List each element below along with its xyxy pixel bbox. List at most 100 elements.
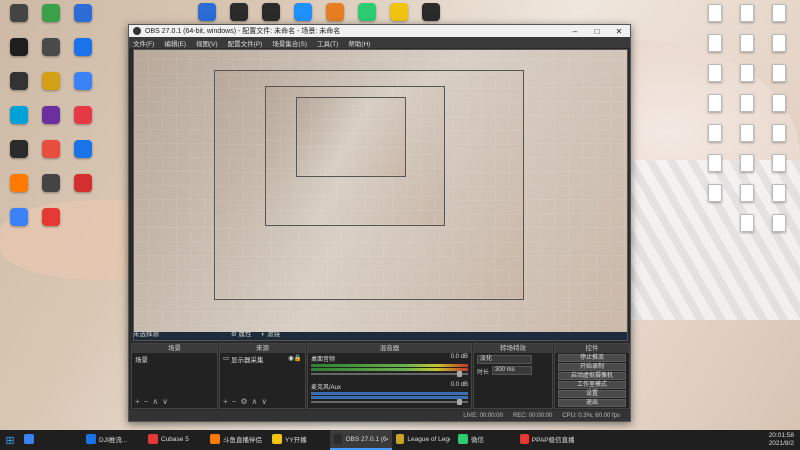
desktop-app-icon[interactable] [4,208,34,226]
taskbar-item[interactable]: Cubase 5 [144,430,206,450]
filters-button[interactable]: 滤镜 [267,331,280,338]
obs-window[interactable]: OBS 27.0.1 (64-bit, windows) - 配置文件: 未命名… [128,24,631,422]
app-icon [24,434,34,444]
desktop-app-icon[interactable] [36,4,66,22]
desktop-file-icon[interactable] [764,154,794,172]
close-icon[interactable]: ✕ [608,27,630,36]
transition-select[interactable]: 淡化 [477,355,532,364]
desktop-app-icon[interactable] [320,3,350,21]
studio-mode-button[interactable]: 工作室模式 [558,381,626,389]
desktop-file-icon[interactable] [700,124,730,142]
desktop-file-icon[interactable] [732,154,762,172]
desktop-app-icon[interactable] [68,174,98,192]
desktop-file-icon[interactable] [700,154,730,172]
desktop-app-icon[interactable] [68,72,98,90]
properties-button[interactable]: 属性 [238,331,251,338]
desktop-file-icon[interactable] [764,214,794,232]
desktop-file-icon[interactable] [732,124,762,142]
taskbar-item[interactable] [20,430,82,450]
menu-tools[interactable]: 工具(T) [317,38,338,48]
taskbar-item[interactable]: PPAP极信直播... [516,430,578,450]
desktop-app-icon[interactable] [4,72,34,90]
desktop-app-icon[interactable] [4,4,34,22]
app-icon [10,38,28,56]
menu-view[interactable]: 视图(V) [196,38,218,48]
desktop-file-icon[interactable] [764,34,794,52]
desktop-app-icon[interactable] [4,174,34,192]
desktop-file-icon[interactable] [732,214,762,232]
desktop-app-icon[interactable] [68,106,98,124]
taskbar-item[interactable]: YY开播 [268,430,330,450]
desktop-file-icon[interactable] [764,184,794,202]
lock-icon[interactable]: 🔒 [294,354,302,364]
desktop-app-icon[interactable] [416,3,446,21]
desktop-file-icon[interactable] [700,94,730,112]
gear-icon[interactable]: ⚙ [231,331,237,338]
filter-icon[interactable]: ◐ [261,331,265,338]
taskbar-item[interactable]: 微信 [454,430,516,450]
scene-item[interactable]: 场景 [135,354,148,364]
desktop-file-icon[interactable] [732,34,762,52]
desktop-file-icon[interactable] [764,64,794,82]
menu-profile[interactable]: 配置文件(P) [228,38,263,48]
desktop-app-icon[interactable] [68,38,98,56]
desktop-app-icon[interactable] [68,140,98,158]
app-icon [74,38,92,56]
desktop-file-icon[interactable] [732,64,762,82]
system-clock[interactable]: 20:01:58 2021/8/2 [769,432,800,448]
desktop-file-icon[interactable] [732,184,762,202]
start-recording-button[interactable]: 开始录制 [558,363,626,371]
desktop-file-icon[interactable] [700,4,730,22]
exit-button[interactable]: 退出 [558,399,626,407]
menu-help[interactable]: 帮助(H) [348,38,370,48]
desktop-app-icon[interactable] [4,106,34,124]
desktop-app-icon[interactable] [36,208,66,226]
preview-canvas[interactable] [133,49,628,341]
desktop-app-icon[interactable] [288,3,318,21]
taskbar-item[interactable]: 斗鱼直播伴侣 [206,430,268,450]
menu-file[interactable]: 文件(F) [133,38,154,48]
desktop-app-icon[interactable] [224,3,254,21]
volume-slider[interactable] [311,371,468,377]
desktop-file-icon[interactable] [764,94,794,112]
menu-edit[interactable]: 编辑(E) [164,38,186,48]
desktop-file-icon[interactable] [700,184,730,202]
volume-slider[interactable] [311,399,468,405]
desktop-app-icon[interactable] [36,140,66,158]
desktop-file-icon[interactable] [732,4,762,22]
windows-start-icon[interactable]: ⊞ [0,430,20,450]
desktop-file-icon[interactable] [764,4,794,22]
taskbar-item[interactable]: League of Lege... [392,430,454,450]
desktop-file-icon[interactable] [732,94,762,112]
desktop-app-icon[interactable] [36,72,66,90]
sources-toolbar[interactable]: +−⚙∧∨ [223,397,271,406]
desktop-file-icon[interactable] [700,34,730,52]
menu-scene-collection[interactable]: 场景集合(S) [272,38,307,48]
desktop-app-icon[interactable] [4,140,34,158]
desktop-app-icon[interactable] [256,3,286,21]
source-item[interactable]: ▭ 显示器采集 ◉ 🔒 [223,354,302,364]
document-icon [772,94,786,112]
desktop-app-icon[interactable] [36,106,66,124]
maximize-icon[interactable]: □ [586,27,608,36]
scenes-toolbar[interactable]: +−∧∨ [135,397,172,406]
minimize-icon[interactable]: – [564,27,586,36]
desktop-app-icon[interactable] [36,38,66,56]
desktop-app-icon[interactable] [36,174,66,192]
taskbar-item[interactable]: OBS 27.0.1 (64... [330,430,392,450]
start-virtual-camera-button[interactable]: 启动虚拟摄像机 [558,372,626,380]
taskbar-item[interactable]: DJI推流... [82,430,144,450]
document-icon [740,34,754,52]
desktop-app-icon[interactable] [384,3,414,21]
desktop-app-icon[interactable] [4,38,34,56]
settings-button[interactable]: 设置 [558,390,626,398]
app-icon [326,3,344,21]
obs-titlebar[interactable]: OBS 27.0.1 (64-bit, windows) - 配置文件: 未命名… [129,25,630,37]
desktop-app-icon[interactable] [192,3,222,21]
desktop-app-icon[interactable] [68,4,98,22]
stop-streaming-button[interactable]: 停止推流 [558,354,626,362]
duration-input[interactable]: 300 ms [492,366,532,375]
desktop-file-icon[interactable] [764,124,794,142]
desktop-app-icon[interactable] [352,3,382,21]
desktop-file-icon[interactable] [700,64,730,82]
